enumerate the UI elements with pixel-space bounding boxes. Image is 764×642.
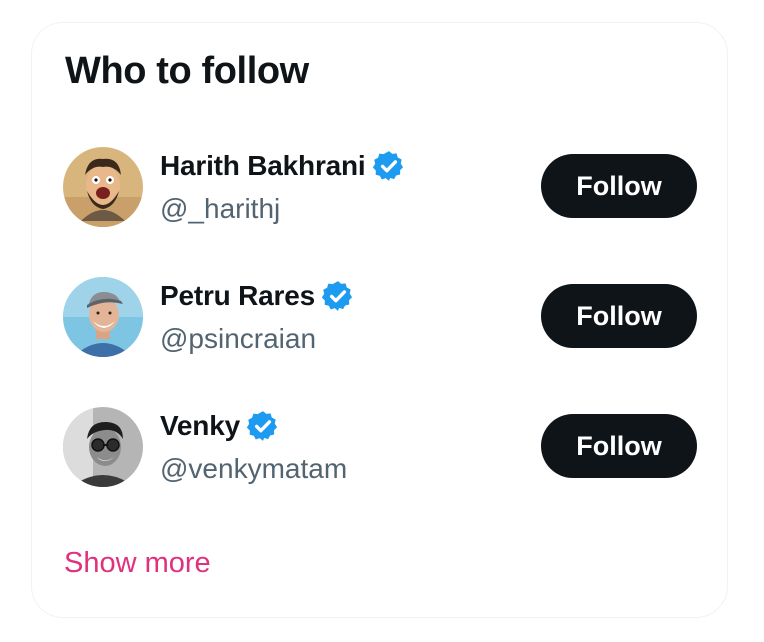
- show-more-link[interactable]: Show more: [64, 547, 211, 580]
- who-to-follow-card: Who to follow Harith Bakhrani @_harithj …: [31, 22, 728, 618]
- avatar[interactable]: [63, 277, 143, 357]
- user-handle[interactable]: @psincraian: [160, 323, 316, 355]
- cartoon-avatar-icon: [63, 147, 143, 227]
- follow-button[interactable]: Follow: [541, 154, 697, 218]
- user-photo-avatar-icon: [63, 407, 143, 487]
- user-name[interactable]: Venky: [160, 410, 240, 442]
- widget-title: Who to follow: [65, 50, 309, 92]
- verified-badge-icon: [321, 279, 355, 313]
- verified-badge-icon: [246, 409, 280, 443]
- user-handle[interactable]: @_harithj: [160, 193, 280, 225]
- user-handle[interactable]: @venkymatam: [160, 453, 347, 485]
- follow-button[interactable]: Follow: [541, 284, 697, 348]
- user-name[interactable]: Harith Bakhrani: [160, 150, 366, 182]
- suggestion-row[interactable]: Harith Bakhrani @_harithj Follow: [63, 147, 697, 229]
- user-photo-avatar-icon: [63, 277, 143, 357]
- avatar[interactable]: [63, 407, 143, 487]
- suggestion-row[interactable]: Petru Rares @psincraian Follow: [63, 277, 697, 359]
- follow-button[interactable]: Follow: [541, 414, 697, 478]
- suggestion-row[interactable]: Venky @venkymatam Follow: [63, 407, 697, 489]
- user-name[interactable]: Petru Rares: [160, 280, 315, 312]
- avatar[interactable]: [63, 147, 143, 227]
- verified-badge-icon: [372, 149, 406, 183]
